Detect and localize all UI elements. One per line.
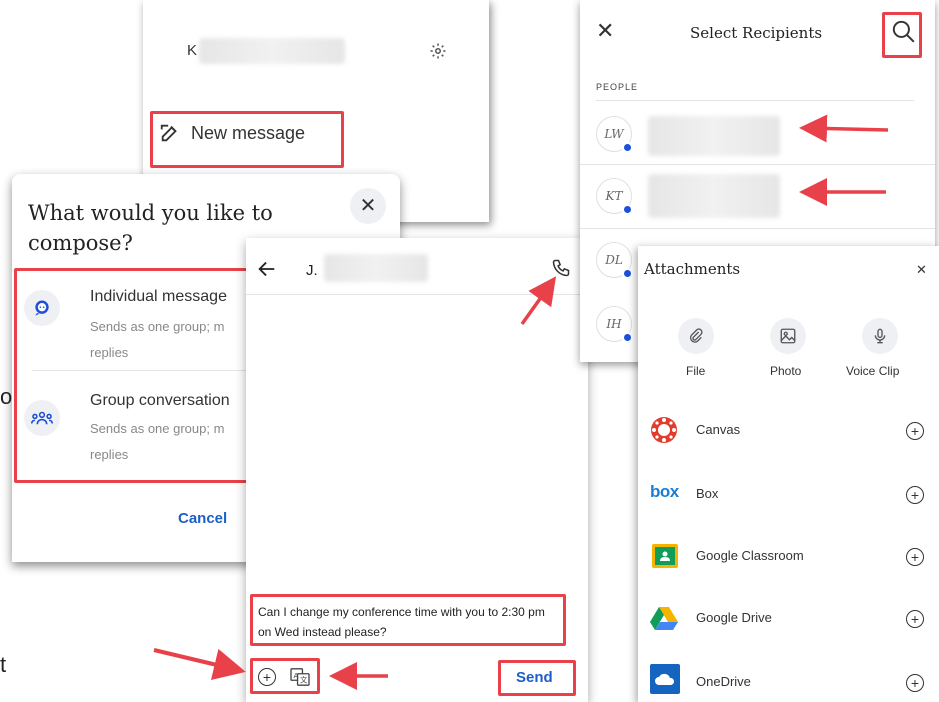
annotation-arrows xyxy=(153,114,889,690)
arrow-to-phone-icon xyxy=(520,276,557,326)
arrow-to-attach-box xyxy=(153,648,246,681)
arrow-to-recipient-1 xyxy=(799,114,889,143)
